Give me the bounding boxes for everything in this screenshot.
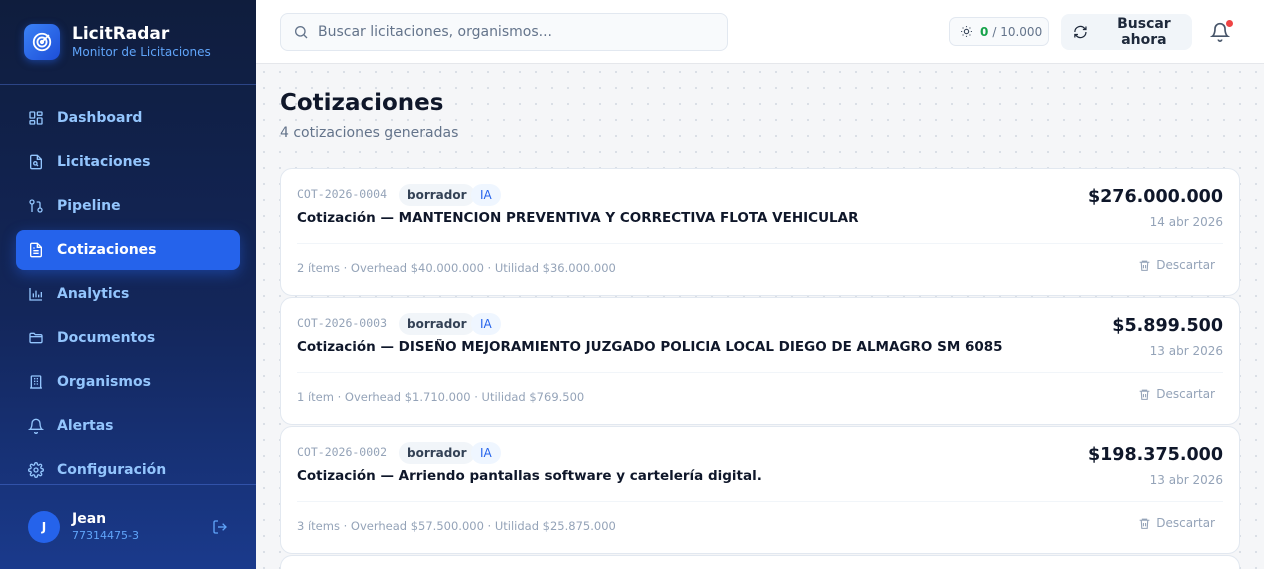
quote-meta: 1 ítem · Overhead $1.710.000 · Utilidad … <box>297 390 585 404</box>
sidebar-nav: Dashboard Licitaciones Pipeline Cotizaci… <box>0 85 256 490</box>
sidebar-item-documentos[interactable]: Documentos <box>16 318 240 358</box>
sidebar-item-label: Documentos <box>57 330 156 346</box>
brand-name: LicitRadar <box>72 24 170 44</box>
brand-subtitle: Monitor de Licitaciones <box>72 45 211 59</box>
quote-amount: $276.000.000 <box>1087 187 1223 207</box>
main-content: Cotizaciones 4 cotizaciones generadas CO… <box>256 64 1264 569</box>
file-search-icon <box>30 154 42 170</box>
quote-title: Cotización — MANTENCION PREVENTIVA Y COR… <box>297 210 859 226</box>
sidebar-item-dashboard[interactable]: Dashboard <box>16 98 240 138</box>
quote-meta: 3 ítems · Overhead $57.500.000 · Utilida… <box>297 519 616 533</box>
notifications-bell-icon[interactable] <box>1209 20 1234 44</box>
quote-title: Cotización — DISEÑO MEJORAMIENTO JUZGADO… <box>297 339 1003 355</box>
document-icon <box>30 242 42 258</box>
avatar: J <box>28 511 60 543</box>
divider <box>297 243 1223 244</box>
ia-badge: IA <box>471 313 501 335</box>
user-profile[interactable]: J Jean 77314475-3 <box>0 484 256 569</box>
sidebar-item-label: Alertas <box>57 418 114 434</box>
discard-label: Descartar <box>1156 258 1215 272</box>
user-name: Jean <box>72 511 107 527</box>
discard-button[interactable]: Descartar <box>1138 516 1215 530</box>
sidebar-item-pipeline[interactable]: Pipeline <box>16 186 240 226</box>
status-badge: borrador <box>399 442 475 464</box>
search-box[interactable] <box>280 13 728 51</box>
page-title: Cotizaciones <box>280 90 444 116</box>
quote-card[interactable]: COT-2026-0002 borrador IA Cotización — A… <box>280 426 1240 554</box>
sidebar-item-label: Analytics <box>57 286 130 302</box>
quote-code: COT-2026-0003 <box>297 316 388 330</box>
dashboard-icon <box>29 111 43 125</box>
quote-meta: 2 ítems · Overhead $40.000.000 · Utilida… <box>297 261 616 275</box>
page-subtitle: 4 cotizaciones generadas <box>280 125 459 141</box>
quote-card[interactable]: COT-2026-0003 borrador IA Cotización — D… <box>280 297 1240 425</box>
sidebar-item-licitaciones[interactable]: Licitaciones <box>16 142 240 182</box>
gear-icon <box>28 462 44 478</box>
search-now-button[interactable]: Buscar ahora <box>1061 14 1192 50</box>
refresh-icon <box>1074 25 1087 39</box>
quote-date: 13 abr 2026 <box>1149 473 1223 487</box>
discard-label: Descartar <box>1156 387 1215 401</box>
quote-title: Cotización — Arriendo pantallas software… <box>297 468 762 484</box>
status-badge: borrador <box>399 184 475 206</box>
quote-code: COT-2026-0002 <box>297 445 388 459</box>
search-input[interactable] <box>318 24 718 40</box>
ia-badge: IA <box>471 184 501 206</box>
discard-button[interactable]: Descartar <box>1138 258 1215 272</box>
quote-code: COT-2026-0004 <box>297 187 388 201</box>
sidebar-item-label: Licitaciones <box>57 154 151 170</box>
quote-card-partial[interactable] <box>280 555 1240 569</box>
sidebar-item-label: Cotizaciones <box>57 242 157 258</box>
quota-total: / 10.000 <box>992 24 1043 39</box>
folder-icon <box>29 332 43 344</box>
quota-used: 0 <box>980 24 989 39</box>
search-now-label: Buscar ahora <box>1117 16 1171 48</box>
status-badge: borrador <box>399 313 475 335</box>
ia-badge: IA <box>471 442 501 464</box>
trash-icon <box>1139 389 1150 400</box>
notification-dot <box>1226 20 1233 27</box>
divider <box>297 372 1223 373</box>
sidebar-item-label: Organismos <box>57 374 151 390</box>
quote-date: 13 abr 2026 <box>1149 344 1223 358</box>
bell-icon <box>28 418 44 434</box>
quote-amount: $5.899.500 <box>1112 316 1223 336</box>
divider <box>297 501 1223 502</box>
sidebar-item-cotizaciones[interactable]: Cotizaciones <box>16 230 240 270</box>
building-icon <box>30 375 42 389</box>
quote-amount: $198.375.000 <box>1087 445 1223 465</box>
radar-logo-icon <box>24 24 60 60</box>
sidebar: LicitRadar Monitor de Licitaciones Dashb… <box>0 0 256 569</box>
sidebar-item-alertas[interactable]: Alertas <box>16 406 240 446</box>
user-id: 77314475-3 <box>72 529 139 542</box>
pipeline-icon <box>29 199 43 213</box>
search-icon <box>295 26 308 39</box>
quote-card[interactable]: COT-2026-0004 borrador IA Cotización — M… <box>280 168 1240 296</box>
sidebar-item-organismos[interactable]: Organismos <box>16 362 240 402</box>
topbar: 0 / 10.000 Buscar ahora <box>256 0 1264 64</box>
sun-icon <box>961 26 972 37</box>
discard-button[interactable]: Descartar <box>1138 387 1215 401</box>
trash-icon <box>1139 260 1150 271</box>
discard-label: Descartar <box>1156 516 1215 530</box>
trash-icon <box>1139 518 1150 529</box>
search-quota: 0 / 10.000 <box>949 17 1049 46</box>
logout-icon[interactable] <box>212 519 228 539</box>
bar-chart-icon <box>29 288 42 301</box>
brand[interactable]: LicitRadar Monitor de Licitaciones <box>0 0 256 85</box>
sidebar-item-label: Configuración <box>57 462 167 478</box>
sidebar-item-label: Dashboard <box>57 110 143 126</box>
sidebar-item-analytics[interactable]: Analytics <box>16 274 240 314</box>
sidebar-item-label: Pipeline <box>57 198 121 214</box>
quote-date: 14 abr 2026 <box>1149 215 1223 229</box>
